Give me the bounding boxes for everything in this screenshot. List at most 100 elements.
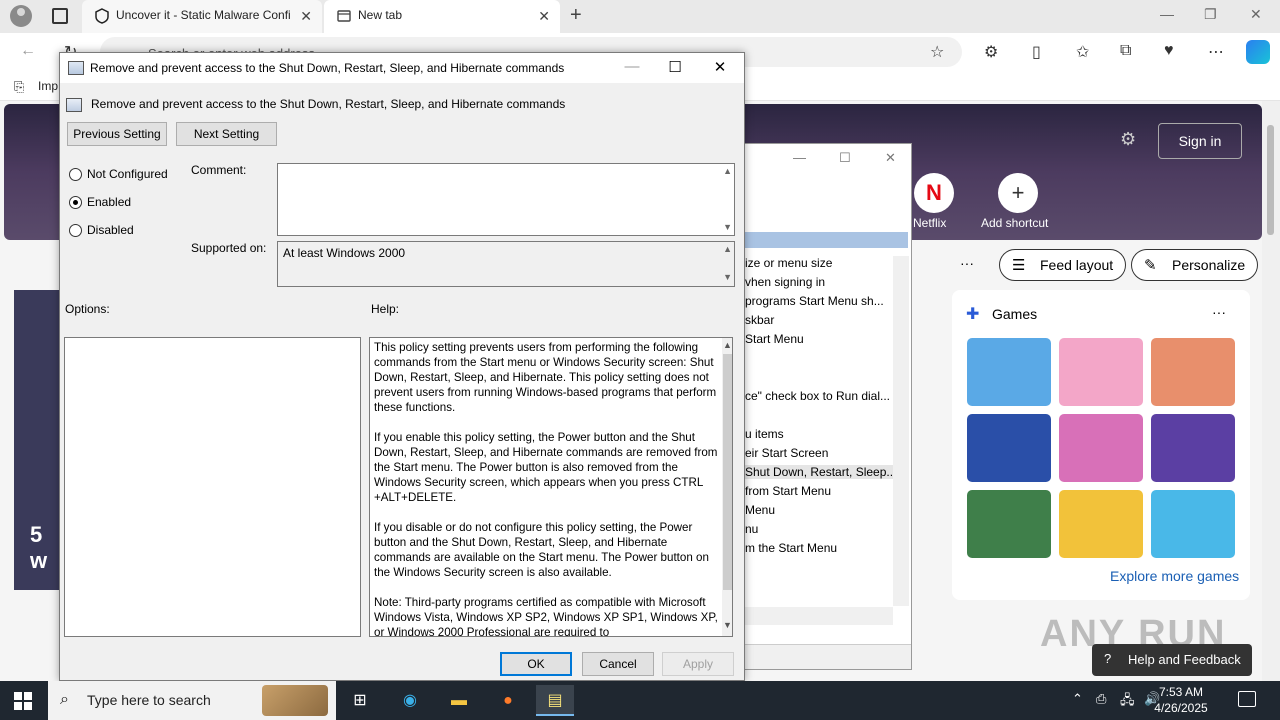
tab-label: Uncover it - Static Malware Confi xyxy=(116,8,291,22)
previous-setting-button[interactable]: Previous Setting xyxy=(67,122,167,146)
policy-list-item[interactable]: ize or menu size xyxy=(745,256,832,270)
system-clock[interactable]: 7:53 AM 4/26/2025 xyxy=(1140,684,1222,716)
notification-center-icon[interactable] xyxy=(1238,691,1256,707)
file-explorer-icon[interactable]: ▬ xyxy=(440,685,478,716)
feed-more-icon[interactable]: ··· xyxy=(960,255,974,271)
split-screen-icon[interactable]: ▯ xyxy=(1032,42,1041,62)
comment-textarea[interactable]: ▲ ▼ xyxy=(277,163,735,236)
policy-list-item[interactable]: from Start Menu xyxy=(745,484,831,498)
radio-enabled[interactable]: Enabled xyxy=(69,195,131,209)
performance-icon[interactable]: ♥ xyxy=(1164,42,1174,60)
policy-list-item[interactable]: ce" check box to Run dial... xyxy=(745,389,890,403)
task-view-icon[interactable]: ⊞ xyxy=(341,685,379,716)
tab-actions-icon[interactable] xyxy=(52,8,68,24)
policy-editor-taskbar-icon[interactable]: ▤ xyxy=(536,685,574,716)
more-menu-icon[interactable]: ⋯ xyxy=(1208,42,1224,62)
bg-minimize-icon[interactable]: — xyxy=(793,150,806,165)
news-card-left[interactable]: 5 w xyxy=(14,290,64,590)
settings-gear-icon[interactable]: ⚙ xyxy=(1120,129,1136,150)
firefox-icon[interactable]: ● xyxy=(489,685,527,716)
games-more-icon[interactable]: ··· xyxy=(1212,304,1226,320)
extensions-icon[interactable]: ⚙ xyxy=(984,42,998,62)
profile-avatar[interactable] xyxy=(10,5,32,27)
scroll-up-icon[interactable]: ▲ xyxy=(723,244,732,254)
scroll-up-icon[interactable]: ▲ xyxy=(723,340,732,350)
tray-overflow-chevron-icon[interactable]: ⌃ xyxy=(1072,691,1083,707)
policy-list-item[interactable]: skbar xyxy=(745,313,774,327)
policy-list-item[interactable]: Menu xyxy=(745,503,775,517)
bg-maximize-icon[interactable]: ☐ xyxy=(839,150,851,166)
favorites-import-label[interactable]: Imp xyxy=(38,79,58,93)
tab-uncover-it[interactable]: Uncover it - Static Malware Confi ✕ xyxy=(82,0,322,33)
game-tile[interactable] xyxy=(1059,414,1143,482)
explore-more-games-link[interactable]: Explore more games xyxy=(1110,568,1239,584)
game-tile[interactable] xyxy=(967,414,1051,482)
policy-list-scrollbar[interactable] xyxy=(893,256,909,606)
help-scrollbar[interactable]: ▲ ▼ xyxy=(722,338,732,636)
help-feedback-button[interactable]: ? Help and Feedback xyxy=(1092,644,1252,676)
help-scroll-thumb[interactable] xyxy=(723,354,732,590)
edge-browser-icon[interactable]: ◉ xyxy=(391,685,429,716)
policy-list-item[interactable]: Shut Down, Restart, Sleep... xyxy=(745,465,893,479)
add-shortcut-icon[interactable]: + xyxy=(998,173,1038,213)
tab-new-tab[interactable]: New tab ✕ xyxy=(324,0,560,33)
policy-list-hscrollbar[interactable] xyxy=(743,607,893,625)
scroll-down-icon[interactable]: ▼ xyxy=(723,620,732,630)
favorite-star-icon[interactable]: ☆ xyxy=(930,42,944,62)
feed-layout-button[interactable]: ☰ Feed layout xyxy=(999,249,1127,281)
policy-list-item[interactable]: eir Start Screen xyxy=(745,446,828,460)
supported-on-field: At least Windows 2000 ▲ ▼ xyxy=(277,241,735,287)
ok-button[interactable]: OK xyxy=(500,652,572,676)
game-tile[interactable] xyxy=(1059,490,1143,558)
policy-list-item[interactable]: u items xyxy=(745,427,784,441)
dialog-maximize-icon[interactable]: ☐ xyxy=(665,58,685,76)
game-tile[interactable] xyxy=(1151,490,1235,558)
game-tile[interactable] xyxy=(1059,338,1143,406)
close-window-icon[interactable]: ✕ xyxy=(1250,6,1262,23)
radio-indicator[interactable] xyxy=(69,224,82,237)
bg-status-bar xyxy=(743,644,911,669)
page-scrollbar[interactable] xyxy=(1262,101,1280,681)
taskbar-search-box[interactable]: ⌕ Type here to search xyxy=(48,681,336,720)
netflix-shortcut-icon[interactable]: N xyxy=(914,173,954,213)
policy-list-item[interactable]: Start Menu xyxy=(745,332,804,346)
scrollbar-thumb[interactable] xyxy=(1267,125,1274,235)
network-icon[interactable]: 🖧 xyxy=(1120,691,1135,713)
minimize-icon[interactable]: — xyxy=(1160,6,1174,22)
game-tile[interactable] xyxy=(967,338,1051,406)
policy-list-item[interactable]: m the Start Menu xyxy=(745,541,837,555)
restore-icon[interactable]: ❐ xyxy=(1204,6,1217,23)
collections-icon[interactable]: ⧉ xyxy=(1120,42,1131,60)
tray-app-icon[interactable]: ⎙ xyxy=(1096,691,1106,707)
policy-setting-icon xyxy=(66,98,82,112)
game-tile[interactable] xyxy=(1151,338,1235,406)
personalize-button[interactable]: ✎ Personalize xyxy=(1131,249,1259,281)
close-tab-icon[interactable]: ✕ xyxy=(538,8,550,25)
favorites-icon[interactable]: ✩ xyxy=(1076,42,1089,62)
policy-list-item[interactable]: nu xyxy=(745,522,758,536)
next-setting-button[interactable]: Next Setting xyxy=(176,122,277,146)
radio-indicator[interactable] xyxy=(69,168,82,181)
start-windows-icon[interactable] xyxy=(14,692,32,710)
policy-list-item[interactable]: programs Start Menu sh... xyxy=(745,294,884,308)
radio-disabled[interactable]: Disabled xyxy=(69,223,134,237)
dialog-titlebar: Remove and prevent access to the Shut Do… xyxy=(60,53,744,83)
scroll-down-icon[interactable]: ▼ xyxy=(723,222,732,232)
policy-list-item[interactable]: vhen signing in xyxy=(745,275,825,289)
shortcut-label-add[interactable]: Add shortcut xyxy=(981,216,1048,230)
copilot-icon[interactable] xyxy=(1246,40,1270,64)
scroll-down-icon[interactable]: ▼ xyxy=(723,272,732,282)
back-icon[interactable]: ← xyxy=(20,42,36,60)
new-tab-plus-icon[interactable]: + xyxy=(570,4,582,27)
game-tile[interactable] xyxy=(1151,414,1235,482)
radio-not-configured[interactable]: Not Configured xyxy=(69,167,168,181)
cancel-button[interactable]: Cancel xyxy=(582,652,654,676)
dialog-close-icon[interactable]: ✕ xyxy=(710,58,730,76)
radio-indicator[interactable] xyxy=(69,196,82,209)
bg-close-icon[interactable]: ✕ xyxy=(885,150,896,166)
shortcut-label-netflix[interactable]: Netflix xyxy=(913,216,946,230)
scroll-up-icon[interactable]: ▲ xyxy=(723,166,732,176)
sign-in-button[interactable]: Sign in xyxy=(1158,123,1242,159)
close-tab-icon[interactable]: ✕ xyxy=(300,8,312,25)
game-tile[interactable] xyxy=(967,490,1051,558)
